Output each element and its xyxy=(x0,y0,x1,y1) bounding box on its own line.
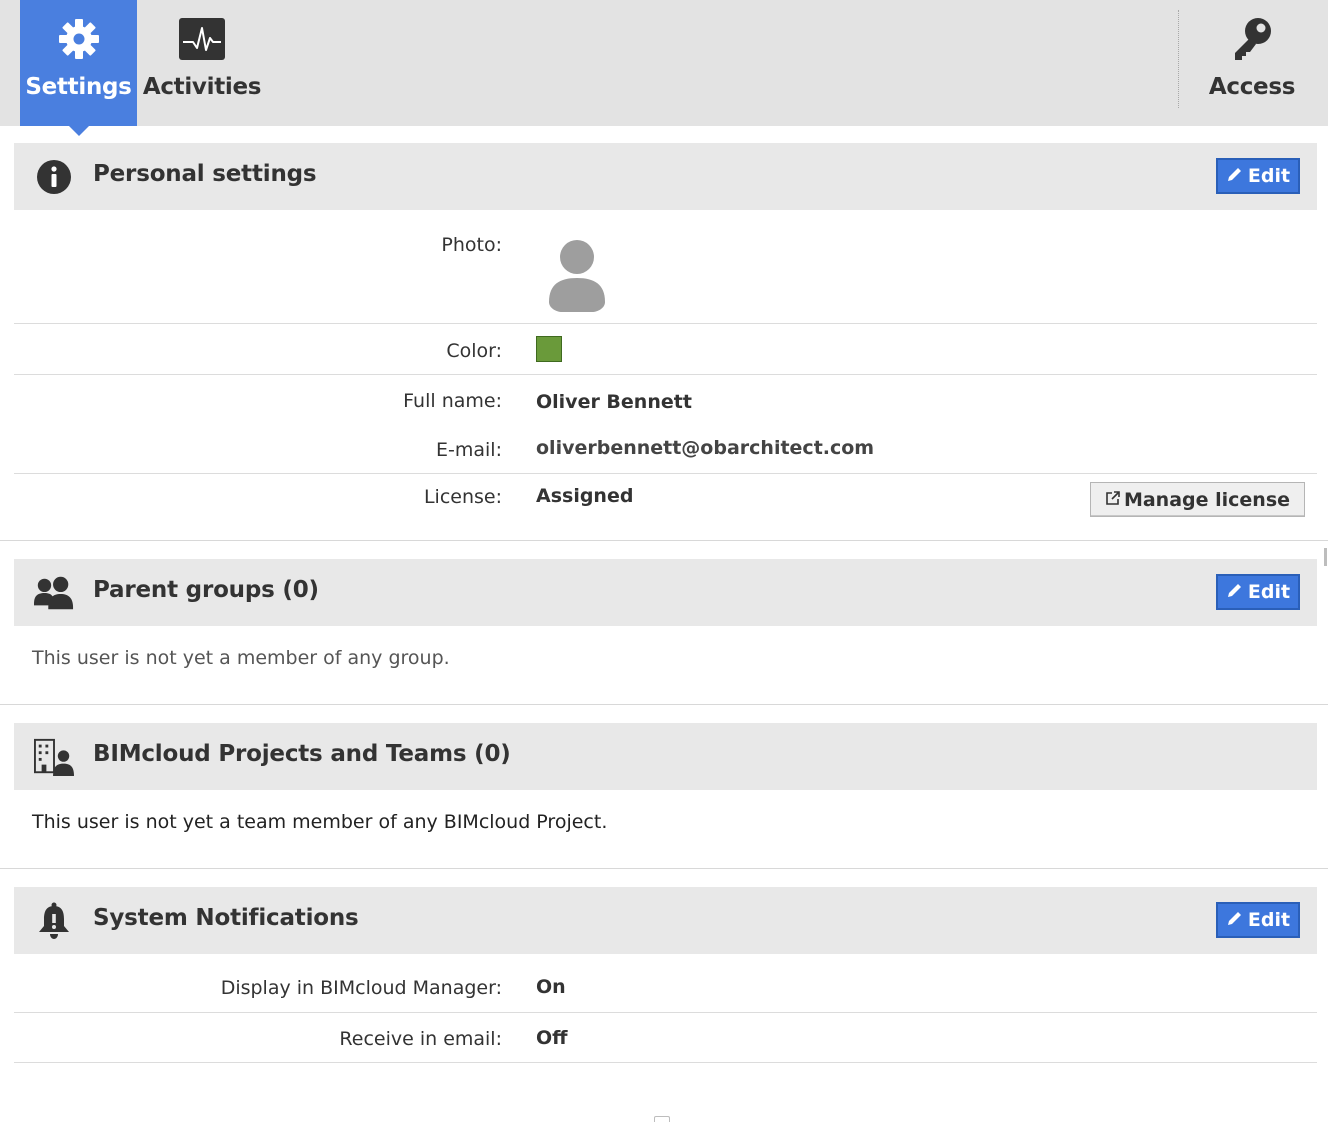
edit-button-label: Edit xyxy=(1247,581,1291,603)
row-divider xyxy=(14,1012,1317,1013)
tab-access-label: Access xyxy=(1208,74,1296,100)
gear-icon xyxy=(55,16,103,62)
edit-personal-settings-button[interactable]: Edit xyxy=(1216,158,1300,194)
users-icon xyxy=(34,575,74,611)
tab-settings[interactable]: Settings xyxy=(20,0,137,136)
section-title: System Notifications xyxy=(93,905,359,931)
user-color-swatch xyxy=(536,336,562,362)
tab-access[interactable]: Access xyxy=(1196,0,1308,126)
row-divider xyxy=(14,374,1317,375)
parent-groups-header: Parent groups (0) Edit xyxy=(14,559,1317,626)
section-divider xyxy=(0,540,1328,541)
photo-label: Photo: xyxy=(441,234,502,256)
scroll-indicator xyxy=(654,1116,670,1122)
avatar-placeholder-icon xyxy=(546,238,608,314)
system-notifications-header: System Notifications Edit xyxy=(14,887,1317,954)
display-in-manager-value: On xyxy=(536,976,566,998)
tab-settings-label: Settings xyxy=(25,74,132,100)
projects-teams-header: BIMcloud Projects and Teams (0) xyxy=(14,723,1317,790)
tab-activities-label: Activities xyxy=(142,74,262,100)
section-title: BIMcloud Projects and Teams (0) xyxy=(93,741,511,767)
license-value: Assigned xyxy=(536,485,634,507)
edit-button-label: Edit xyxy=(1247,909,1291,931)
personal-settings-header: Personal settings Edit xyxy=(14,143,1317,210)
parent-groups-empty-text: This user is not yet a member of any gro… xyxy=(32,647,450,669)
external-link-icon xyxy=(1105,489,1121,511)
section-title: Parent groups (0) xyxy=(93,577,319,603)
top-nav-bar: Settings Activities Access xyxy=(0,0,1328,136)
key-icon xyxy=(1228,16,1276,62)
section-divider xyxy=(0,704,1328,705)
projects-teams-empty-text: This user is not yet a team member of an… xyxy=(32,811,608,833)
edit-parent-groups-button[interactable]: Edit xyxy=(1216,574,1300,610)
full-name-label: Full name: xyxy=(403,390,502,412)
license-label: License: xyxy=(423,486,502,508)
row-divider xyxy=(14,1062,1317,1063)
email-label: E-mail: xyxy=(436,439,502,461)
tab-activities[interactable]: Activities xyxy=(140,0,264,126)
full-name-value: Oliver Bennett xyxy=(536,391,692,413)
color-label: Color: xyxy=(446,340,502,362)
bell-icon xyxy=(34,902,74,939)
email-value: oliverbennett@obarchitect.com xyxy=(536,437,875,459)
pencil-icon xyxy=(1226,165,1244,188)
manage-license-label: Manage license xyxy=(1123,488,1291,511)
edit-system-notifications-button[interactable]: Edit xyxy=(1216,902,1300,938)
activity-monitor-icon xyxy=(178,16,226,62)
pencil-icon xyxy=(1226,909,1244,932)
receive-in-email-label: Receive in email: xyxy=(339,1028,502,1050)
section-title: Personal settings xyxy=(93,161,317,187)
info-icon xyxy=(34,159,74,195)
edit-button-label: Edit xyxy=(1247,165,1291,187)
tab-divider xyxy=(1178,10,1179,108)
pencil-icon xyxy=(1226,581,1244,604)
receive-in-email-value: Off xyxy=(536,1027,568,1049)
row-divider xyxy=(14,473,1317,474)
manage-license-button[interactable]: Manage license xyxy=(1090,482,1305,517)
scrollbar-marker xyxy=(1324,548,1327,566)
display-in-manager-label: Display in BIMcloud Manager: xyxy=(220,977,502,999)
section-divider xyxy=(0,868,1328,869)
row-divider xyxy=(14,323,1317,324)
building-user-icon xyxy=(34,738,74,777)
